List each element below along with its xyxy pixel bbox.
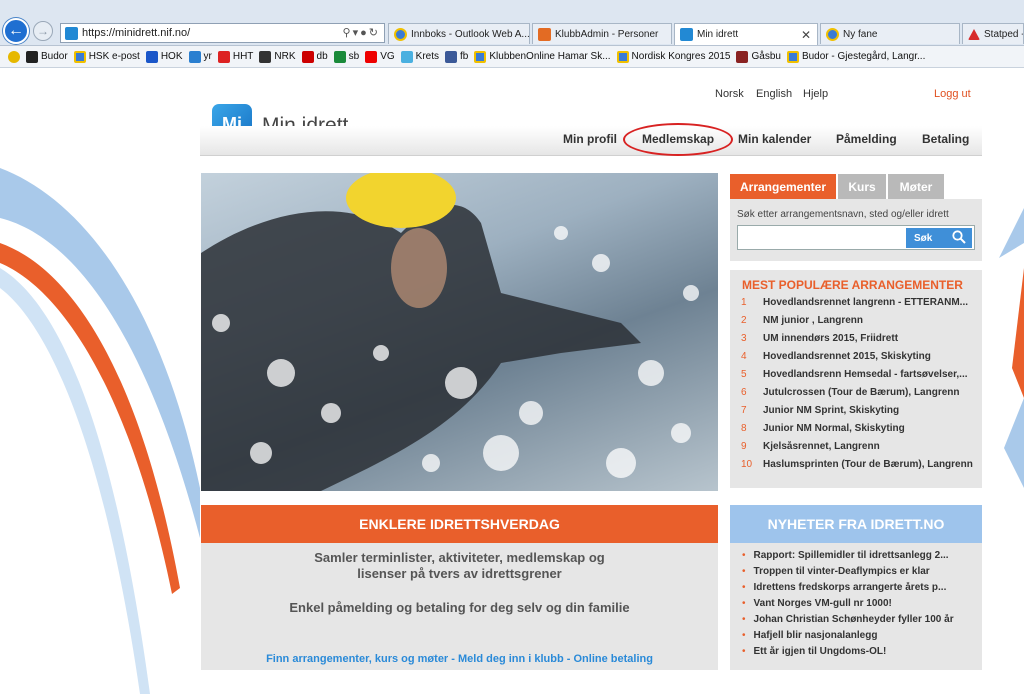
search-icon (952, 230, 966, 244)
logout-link[interactable]: Logg ut (934, 88, 971, 100)
nav-min-kalender[interactable]: Min kalender (738, 132, 811, 146)
hero-image (201, 173, 718, 491)
tab-label: KlubbAdmin - Personer (555, 28, 659, 40)
site-favicon-icon (65, 26, 78, 40)
promo-links[interactable]: Finn arrangementer, kurs og møter - Meld… (201, 653, 718, 665)
ie-icon (826, 27, 839, 41)
tab-outlook[interactable]: Innboks - Outlook Web A... (388, 23, 530, 44)
fav-gasbu[interactable]: Gåsbu (736, 50, 781, 63)
news-item[interactable]: • Vant Norges VM-gull nr 1000! (742, 598, 974, 609)
list-item[interactable]: 9 Kjelsåsrennet, Langrenn (741, 441, 976, 452)
promo-title: ENKLERE IDRETTSHVERDAG (201, 505, 718, 543)
news-item[interactable]: • Rapport: Spillemidler til idrettsanlegg… (742, 550, 974, 561)
tab-label: Innboks - Outlook Web A... (411, 28, 530, 40)
favorites-bar: Budor HSK e-post HOK yr HHT NRK db sb VG… (0, 46, 1024, 68)
tab-arrangementer[interactable]: Arrangementer (730, 174, 836, 199)
news-item[interactable]: • Ett år igjen til Ungdoms-OL! (742, 646, 974, 657)
tab-moter[interactable]: Møter (888, 174, 944, 199)
list-item[interactable]: 6 Jutulcrossen (Tour de Bærum), Langrenn (741, 387, 976, 398)
list-item[interactable]: 7 Junior NM Sprint, Skiskyting (741, 405, 976, 416)
tab-ny-fane[interactable]: Ny fane (820, 23, 960, 44)
tab-label: Statped - (984, 28, 1024, 40)
ie-icon (394, 27, 407, 41)
fav-fb[interactable]: fb (445, 50, 468, 63)
address-tools-icon[interactable]: ⚲▾●↻ (343, 26, 380, 39)
search-label: Søk etter arrangementsnavn, sted og/elle… (737, 209, 949, 220)
lang-english-link[interactable]: English (756, 88, 792, 100)
close-tab-icon[interactable]: ✕ (801, 28, 811, 42)
tab-label: Min idrett (697, 29, 739, 40)
forward-button[interactable]: → (33, 21, 53, 41)
nav-pamelding[interactable]: Påmelding (836, 132, 897, 146)
fav-budor[interactable]: Budor (26, 50, 68, 63)
tab-statped[interactable]: Statped - (962, 23, 1024, 44)
min-idrett-icon (680, 28, 693, 41)
url-text: https://minidrett.nif.no/ (82, 27, 191, 39)
promo-line-2: lisenser på tvers av idrettsgrener (357, 566, 562, 581)
search-button[interactable]: Søk (906, 228, 972, 248)
fav-vg[interactable]: VG (365, 50, 395, 63)
news-item[interactable]: • Troppen til vinter-Deaflympics er klar (742, 566, 974, 577)
promo-line-1: Samler terminlister, aktiviteter, medlem… (314, 550, 605, 565)
back-button[interactable]: ← (3, 18, 29, 44)
tab-klubbadmin[interactable]: KlubbAdmin - Personer (532, 23, 672, 44)
tab-label: Ny fane (843, 28, 878, 40)
news-item[interactable]: • Hafjell blir nasjonalanlegg (742, 630, 974, 641)
statped-icon (968, 28, 980, 40)
news-title: NYHETER FRA IDRETT.NO (730, 505, 982, 543)
tab-kurs[interactable]: Kurs (838, 174, 886, 199)
list-item[interactable]: 8 Junior NM Normal, Skiskyting (741, 423, 976, 434)
highlight-circle (623, 123, 733, 156)
background-swoosh-right (999, 208, 1024, 488)
address-bar[interactable]: https://minidrett.nif.no/ ⚲▾●↻ (60, 23, 385, 43)
klubbadmin-icon (538, 27, 551, 41)
lang-norsk-link[interactable]: Norsk (715, 88, 744, 100)
fav-hsk[interactable]: HSK e-post (73, 50, 140, 63)
popular-events-title: MEST POPULÆRE ARRANGEMENTER (742, 278, 963, 292)
promo-line-3: Enkel påmelding og betaling for deg selv… (289, 600, 630, 615)
help-link[interactable]: Hjelp (803, 88, 828, 100)
nav-min-profil[interactable]: Min profil (563, 132, 617, 146)
background-swoosh (0, 168, 200, 694)
list-item[interactable]: 2 NM junior , Langrenn (741, 315, 976, 326)
news-item[interactable]: • Idrettens fredskorps arrangerte årets p… (742, 582, 974, 593)
fav-nordisk[interactable]: Nordisk Kongres 2015 (616, 50, 730, 63)
fav-budor-gjestegard[interactable]: Budor - Gjestegård, Langr... (786, 50, 925, 63)
fav-nrk[interactable]: NRK (259, 50, 296, 63)
news-item[interactable]: • Johan Christian Schønheyder fyller 100 … (742, 614, 974, 625)
fav-klubbenonline[interactable]: KlubbenOnline Hamar Sk... (474, 50, 611, 63)
fav-yr[interactable]: yr (188, 50, 212, 63)
nav-betaling[interactable]: Betaling (922, 132, 969, 146)
browser-toolbar: ← → https://minidrett.nif.no/ ⚲▾●↻ Innbo… (0, 0, 1024, 46)
list-item[interactable]: 10 Haslumsprinten (Tour de Bærum), Langre… (741, 459, 976, 470)
favorites-star-icon[interactable] (8, 50, 20, 63)
fav-db[interactable]: db (301, 50, 328, 63)
fav-hok[interactable]: HOK (145, 50, 183, 63)
fav-krets[interactable]: Krets (400, 50, 439, 63)
fav-hht[interactable]: HHT (217, 50, 253, 63)
search-button-label: Søk (914, 232, 933, 244)
tab-min-idrett[interactable]: Min idrett ✕ (674, 23, 818, 45)
list-item[interactable]: 5 Hovedlandsrenn Hemsedal - fartsøvelser,… (741, 369, 976, 380)
list-item[interactable]: 3 UM innendørs 2015, Friidrett (741, 333, 976, 344)
fav-sb[interactable]: sb (333, 50, 359, 63)
list-item[interactable]: 4 Hovedlandsrennet 2015, Skiskyting (741, 351, 976, 362)
list-item[interactable]: 1 Hovedlandsrennet langrenn - ETTERANM... (741, 297, 976, 308)
